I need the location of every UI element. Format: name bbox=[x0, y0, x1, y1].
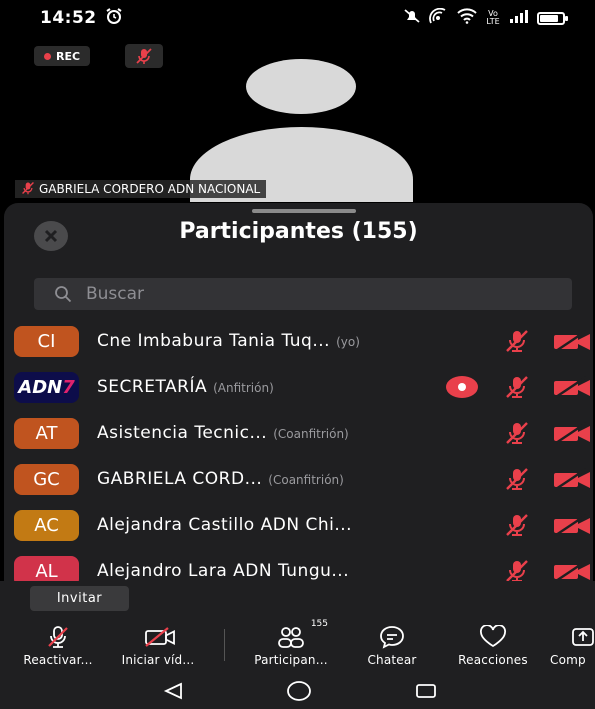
mic-muted-icon[interactable] bbox=[504, 467, 530, 491]
participant-row[interactable]: AT Asistencia Tecnic... (Coanfitrión) bbox=[4, 410, 593, 456]
participant-name-line: Cne Imbabura Tania Tuq... (yo) bbox=[97, 331, 360, 351]
adn7-logo-seven: 7 bbox=[62, 376, 75, 398]
video-off-icon[interactable] bbox=[552, 513, 592, 537]
panel-title: Participantes (155) bbox=[179, 219, 418, 244]
video-off-icon[interactable] bbox=[552, 467, 592, 491]
reactions-button[interactable]: Reacciones bbox=[440, 617, 546, 673]
mic-muted-icon[interactable] bbox=[504, 421, 530, 445]
speaker-name-tag: GABRIELA CORDERO ADN NACIONAL bbox=[15, 180, 267, 198]
participant-role: (yo) bbox=[336, 335, 360, 349]
participants-count: 155 bbox=[310, 619, 328, 629]
search-icon bbox=[55, 286, 72, 303]
chat-button[interactable]: Chatear bbox=[350, 617, 434, 673]
mic-muted-icon[interactable] bbox=[504, 375, 530, 399]
avatar-head bbox=[246, 59, 356, 114]
share-icon bbox=[550, 625, 594, 649]
participant-avatar: GC bbox=[14, 463, 79, 495]
participant-role: (Anfitrión) bbox=[213, 381, 274, 395]
participants-panel: Participantes (155) Buscar CI Cne Imbabu… bbox=[4, 203, 593, 581]
participant-name: Cne Imbabura Tania Tuq... bbox=[97, 331, 331, 351]
sheet-drag-handle[interactable] bbox=[252, 209, 356, 213]
participant-name-line: Alejandra Castillo ADN Chi... bbox=[97, 515, 358, 535]
wifi-icon bbox=[457, 8, 477, 28]
participant-row[interactable]: AL Alejandro Lara ADN Tungu... bbox=[4, 548, 593, 581]
participant-name-line: GABRIELA CORD... (Coanfitrión) bbox=[97, 469, 344, 489]
participant-avatar: AL bbox=[14, 555, 79, 581]
recording-indicator-icon bbox=[446, 376, 478, 398]
recording-dot bbox=[44, 52, 51, 60]
battery-icon bbox=[537, 11, 568, 25]
status-bar: 14:52 Vo LTE bbox=[0, 0, 595, 36]
video-off-icon[interactable] bbox=[552, 329, 592, 353]
alarm-icon bbox=[105, 8, 123, 28]
participants-icon: 155 bbox=[276, 619, 328, 649]
participant-logo-avatar: ADN7 bbox=[14, 371, 79, 403]
status-right: Vo LTE bbox=[403, 7, 568, 28]
back-icon[interactable] bbox=[162, 682, 184, 700]
adn7-logo: ADN7 bbox=[18, 376, 75, 398]
mic-muted-icon[interactable] bbox=[504, 329, 530, 353]
video-off-icon bbox=[138, 625, 178, 649]
invite-bar: Invitar bbox=[0, 581, 595, 617]
invite-button[interactable]: Invitar bbox=[30, 586, 129, 611]
hotspot-icon bbox=[429, 7, 449, 28]
volte-icon: Vo LTE bbox=[486, 9, 500, 26]
status-time: 14:52 bbox=[40, 8, 97, 28]
unmute-label: Reactivar... bbox=[23, 653, 93, 667]
recording-label: REC bbox=[56, 49, 81, 63]
start-video-label: Iniciar víd... bbox=[121, 653, 195, 667]
participant-avatar: AC bbox=[14, 509, 79, 541]
video-off-icon[interactable] bbox=[552, 375, 592, 399]
share-label: Comp bbox=[550, 653, 586, 667]
status-left: 14:52 bbox=[40, 8, 123, 28]
video-area[interactable]: REC GABRIELA CORDERO ADN NACIONAL bbox=[0, 36, 595, 206]
participant-row[interactable]: CI Cne Imbabura Tania Tuq... (yo) bbox=[4, 318, 593, 364]
participants-button[interactable]: 155 Participan... bbox=[238, 617, 344, 673]
participant-name-line: SECRETARÍA (Anfitrión) bbox=[97, 377, 274, 397]
recents-icon[interactable] bbox=[415, 683, 437, 699]
participant-name: Asistencia Tecnic... bbox=[97, 423, 268, 443]
video-mic-muted-icon bbox=[125, 44, 163, 68]
do-not-disturb-icon bbox=[403, 8, 421, 28]
search-placeholder: Buscar bbox=[86, 284, 145, 304]
participant-name: SECRETARÍA bbox=[97, 377, 208, 397]
start-video-button[interactable]: Iniciar víd... bbox=[108, 617, 208, 673]
unmute-button[interactable]: Reactivar... bbox=[8, 617, 108, 673]
share-button[interactable]: Comp bbox=[550, 617, 595, 673]
search-input[interactable]: Buscar bbox=[34, 278, 572, 310]
participant-name: GABRIELA CORD... bbox=[97, 469, 263, 489]
participants-label: Participan... bbox=[254, 653, 328, 667]
meeting-toolbar: Reactivar... Iniciar víd... 155 Particip… bbox=[0, 617, 595, 673]
participant-row[interactable]: GC GABRIELA CORD... (Coanfitrión) bbox=[4, 456, 593, 502]
recording-badge: REC bbox=[34, 46, 91, 66]
speaker-mic-muted-icon bbox=[21, 181, 35, 198]
mic-muted-icon[interactable] bbox=[504, 559, 530, 581]
mic-muted-icon[interactable] bbox=[504, 513, 530, 537]
participant-role: (Coanfitrión) bbox=[273, 427, 349, 441]
participant-row[interactable]: ADN7 SECRETARÍA (Anfitrión) bbox=[4, 364, 593, 410]
mic-muted-icon bbox=[45, 625, 71, 649]
heart-icon bbox=[478, 625, 508, 649]
video-off-icon[interactable] bbox=[552, 559, 592, 581]
chat-label: Chatear bbox=[367, 653, 417, 667]
chat-icon bbox=[378, 625, 406, 649]
speaker-name: GABRIELA CORDERO ADN NACIONAL bbox=[39, 182, 261, 196]
participant-role: (Coanfitrión) bbox=[268, 473, 344, 487]
participant-name-line: Alejandro Lara ADN Tungu... bbox=[97, 561, 355, 581]
participants-list: CI Cne Imbabura Tania Tuq... (yo) ADN7 SE… bbox=[4, 318, 593, 581]
participant-name: Alejandra Castillo ADN Chi... bbox=[97, 515, 353, 535]
participant-name-line: Asistencia Tecnic... (Coanfitrión) bbox=[97, 423, 349, 443]
system-nav-bar bbox=[0, 673, 595, 709]
reactions-label: Reacciones bbox=[458, 653, 528, 667]
battery-level bbox=[540, 14, 558, 22]
participant-avatar: AT bbox=[14, 417, 79, 449]
home-icon[interactable] bbox=[286, 680, 312, 702]
toolbar-divider bbox=[224, 629, 225, 661]
signal-icon bbox=[509, 9, 529, 27]
participant-row[interactable]: AC Alejandra Castillo ADN Chi... bbox=[4, 502, 593, 548]
video-off-icon[interactable] bbox=[552, 421, 592, 445]
participant-avatar: CI bbox=[14, 325, 79, 357]
participant-name: Alejandro Lara ADN Tungu... bbox=[97, 561, 350, 581]
